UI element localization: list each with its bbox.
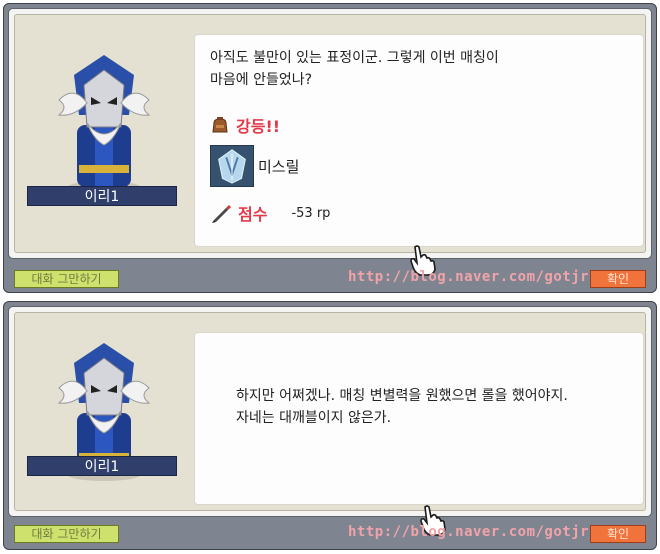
grade-label: 강등!! [236,117,281,136]
tier-row: 미스릴 [210,145,299,187]
watermark-text: http://blog.naver.com/gotjr [348,269,590,285]
end-chat-button[interactable]: 대화 그만하기 [14,270,119,288]
dialog-inner-panel: 이리1 아직도 불만이 있는 표정이군. 그렇게 이번 매칭이 마음에 안들었나… [14,14,646,276]
message-line: 아직도 불만이 있는 표정이군. 그렇게 이번 매칭이 [210,50,499,66]
confirm-button[interactable]: 확인 [590,525,646,543]
score-row: 점수 -53 rp [210,201,330,225]
dialog-frame: 이리1 아직도 불만이 있는 표정이군. 그렇게 이번 매칭이 마음에 안들었나… [8,8,652,276]
score-value: -53 rp [291,205,331,221]
npc-dialog-1: 이리1 아직도 불만이 있는 표정이군. 그렇게 이번 매칭이 마음에 안들었나… [3,3,657,293]
grade-row: 강등!! [210,113,280,137]
message-line: 자네는 대깨블이지 않은가. [236,410,392,426]
dialog-button-bar: 대화 그만하기 http://blog.naver.com/gotjr 확인 [8,524,652,546]
dialog-button-bar: 대화 그만하기 http://blog.naver.com/gotjr 확인 [8,269,652,291]
npc-nameplate: 이리1 [27,186,177,206]
dialog-frame: 이리1 하지만 어쩌겠나. 매칭 변별력을 원했으면 롤을 했어야지. 자네는 … [8,306,652,536]
pen-icon [212,205,231,223]
npc-dialog-2: 이리1 하지만 어쩌겠나. 매칭 변별력을 원했으면 롤을 했어야지. 자네는 … [3,301,657,550]
end-chat-button[interactable]: 대화 그만하기 [14,525,119,543]
score-label: 점수 [238,205,268,224]
watermark-text: http://blog.naver.com/gotjr [348,524,590,540]
npc-portrait [57,55,151,193]
dialog-text-box: 하지만 어쩌겠나. 매칭 변별력을 원했으면 롤을 했어야지. 자네는 대깨블이… [194,332,644,505]
npc-nameplate: 이리1 [27,456,177,476]
message-line: 하지만 어쩌겠나. 매칭 변별력을 원했으면 롤을 했어야지. [236,388,568,404]
bag-icon [212,117,228,133]
dialog-message: 아직도 불만이 있는 표정이군. 그렇게 이번 매칭이 마음에 안들었나? [210,47,630,91]
tier-name: 미스릴 [258,157,300,176]
message-line: 마음에 안들었나? [210,72,313,88]
dialog-text-box: 아직도 불만이 있는 표정이군. 그렇게 이번 매칭이 마음에 안들었나? 강등… [194,34,644,247]
mithril-tier-icon [210,145,254,187]
confirm-button[interactable]: 확인 [590,270,646,288]
dialog-inner-panel: 이리1 하지만 어쩌겠나. 매칭 변별력을 원했으면 롤을 했어야지. 자네는 … [14,312,646,536]
dialog-message: 하지만 어쩌겠나. 매칭 변별력을 원했으면 롤을 했어야지. 자네는 대깨블이… [236,385,656,429]
